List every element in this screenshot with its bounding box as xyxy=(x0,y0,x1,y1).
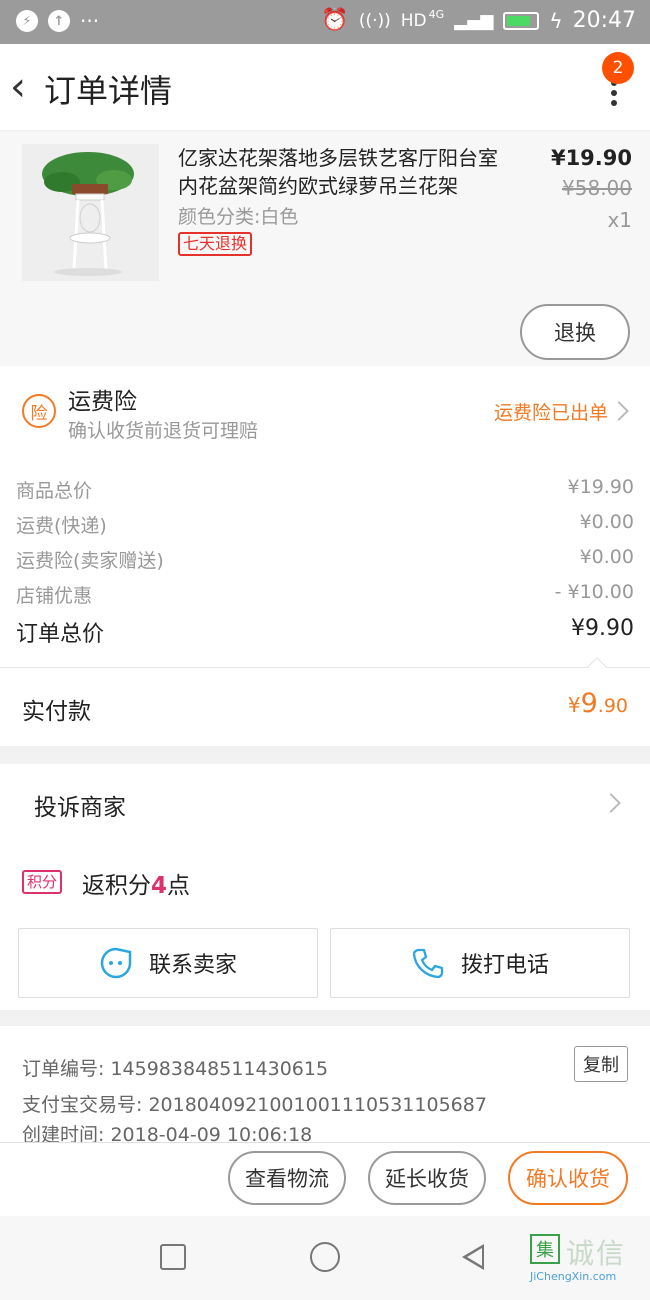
bottom-action-bar: 查看物流 延长收货 确认收货 xyxy=(0,1142,650,1216)
call-phone-button[interactable]: 拨打电话 xyxy=(330,928,630,998)
insurance-status: 运费险已出单 xyxy=(493,402,608,424)
extend-receipt-button[interactable]: 延长收货 xyxy=(368,1151,486,1205)
points-section: 积分 返积分4点 联系卖家 拨打电话 xyxy=(0,844,650,1010)
paid-currency: ¥ xyxy=(567,693,581,717)
product-quantity: x1 xyxy=(607,208,632,232)
status-right-icons: ⏰ ((·)) HD 4G ▂▄▆ ϟ 20:47 xyxy=(321,8,636,33)
order-info: 订单编号: 145983848511430615 复制 支付宝交易号: 2018… xyxy=(0,1026,650,1146)
contact-seller-label: 联系卖家 xyxy=(148,953,237,978)
cost-value: ¥19.90 xyxy=(567,476,634,498)
upload-icon: ↑ xyxy=(48,10,70,32)
header: ‹ 订单详情 2 xyxy=(0,44,650,130)
points-text: 返积分4点 xyxy=(82,866,190,900)
actual-payment-row: 实付款 ¥9.90 xyxy=(0,668,650,746)
paid-decimal: .90 xyxy=(597,695,628,717)
product-original-price: ¥58.00 xyxy=(562,176,632,200)
shipping-insurance-row[interactable]: 险 运费险 确认收货前退货可理赔 运费险已出单 xyxy=(0,366,650,456)
insurance-icon: 险 xyxy=(22,394,56,428)
cost-row-shipping: 运费(快递) ¥0.00 xyxy=(16,511,634,538)
alipay-label: 支付宝交易号: xyxy=(22,1094,143,1116)
page-title: 订单详情 xyxy=(44,72,173,110)
cost-value: ¥0.00 xyxy=(579,511,634,533)
paid-integer: 9 xyxy=(580,688,598,719)
cost-row-total: 订单总价 ¥9.90 xyxy=(16,616,634,648)
insurance-subtitle: 确认收货前退货可理赔 xyxy=(68,420,259,442)
cost-label: 商品总价 xyxy=(16,480,93,502)
watermark-url: JiChengXin.com xyxy=(530,1270,617,1283)
cost-row-insurance: 运费险(卖家赠送) ¥0.00 xyxy=(16,546,634,573)
complain-label: 投诉商家 xyxy=(34,795,126,821)
order-number: 145983848511430615 xyxy=(110,1058,329,1080)
home-icon[interactable] xyxy=(310,1242,340,1272)
insurance-title: 运费险 xyxy=(68,389,137,415)
confirm-receipt-button[interactable]: 确认收货 xyxy=(508,1151,628,1205)
network-label: HD xyxy=(400,10,427,31)
system-navigation-bar: 集 诚信 JiChengXin.com xyxy=(0,1216,650,1300)
product-spec: 颜色分类:白色 xyxy=(178,206,299,228)
contact-seller-button[interactable]: 联系卖家 xyxy=(18,928,318,998)
total-label: 订单总价 xyxy=(16,622,105,647)
product-card[interactable]: 亿家达花架落地多层铁艺客厅阳台室内花盆架简约欧式绿萝吊兰花架 颜色分类:白色 七… xyxy=(0,132,650,366)
complain-seller-row[interactable]: 投诉商家 xyxy=(0,764,650,844)
shield-icon: ⚡ xyxy=(16,10,38,32)
clock: 20:47 xyxy=(572,8,636,33)
points-number: 4 xyxy=(151,873,168,899)
alarm-icon: ⏰ xyxy=(321,8,349,33)
order-number-label: 订单编号: xyxy=(22,1058,105,1080)
points-prefix: 返积分 xyxy=(82,873,151,899)
phone-icon xyxy=(412,948,444,979)
product-price: ¥19.90 xyxy=(550,146,632,170)
status-left-icons: ⚡ ↑ ··· xyxy=(16,10,99,32)
status-bar: ⚡ ↑ ··· ⏰ ((·)) HD 4G ▂▄▆ ϟ 20:47 xyxy=(0,0,650,44)
cost-value: ¥0.00 xyxy=(579,546,634,568)
chevron-right-icon xyxy=(601,793,621,813)
chevron-right-icon xyxy=(609,401,629,421)
more-notifications-icon: ··· xyxy=(80,9,100,33)
order-number-row: 订单编号: 145983848511430615 xyxy=(22,1054,328,1081)
view-logistics-button[interactable]: 查看物流 xyxy=(228,1151,346,1205)
network-gen: 4G xyxy=(428,8,445,21)
alipay-number-row: 支付宝交易号: 2018040921001001110531105687 xyxy=(22,1090,487,1117)
cost-value: - ¥10.00 xyxy=(554,581,634,603)
cost-row-discount: 店铺优惠 - ¥10.00 xyxy=(16,581,634,608)
battery-icon xyxy=(503,11,540,30)
system-back-icon[interactable] xyxy=(462,1244,484,1270)
notification-badge: 2 xyxy=(602,52,634,84)
product-image[interactable] xyxy=(22,144,159,281)
back-icon[interactable]: ‹ xyxy=(10,64,40,110)
cost-label: 店铺优惠 xyxy=(16,585,93,607)
seven-day-return-tag: 七天退换 xyxy=(178,232,253,256)
copy-button[interactable]: 复制 xyxy=(574,1046,628,1082)
chat-icon xyxy=(100,947,132,979)
paid-label: 实付款 xyxy=(22,699,91,725)
cost-label: 运费险(卖家赠送) xyxy=(16,550,164,572)
watermark: 集 诚信 JiChengXin.com xyxy=(530,1232,642,1292)
points-suffix: 点 xyxy=(167,873,191,899)
call-phone-label: 拨打电话 xyxy=(460,953,549,978)
product-title[interactable]: 亿家达花架落地多层铁艺客厅阳台室内花盆架简约欧式绿萝吊兰花架 xyxy=(178,144,508,200)
charging-icon: ϟ xyxy=(549,8,563,33)
cost-row-goods: 商品总价 ¥19.90 xyxy=(16,476,634,503)
cost-label: 运费(快递) xyxy=(16,515,107,537)
watermark-text: 诚信 xyxy=(566,1237,627,1270)
points-tag: 积分 xyxy=(22,870,63,894)
watermark-logo: 集 xyxy=(530,1234,560,1264)
wifi-icon: ((·)) xyxy=(358,10,391,31)
cost-summary: 商品总价 ¥19.90 运费(快递) ¥0.00 运费险(卖家赠送) ¥0.00… xyxy=(0,456,650,677)
alipay-number: 2018040921001001110531105687 xyxy=(148,1094,487,1116)
return-exchange-button[interactable]: 退换 xyxy=(520,304,630,360)
paid-amount: ¥9.90 xyxy=(568,688,628,719)
total-value: ¥9.90 xyxy=(571,616,634,641)
recents-icon[interactable] xyxy=(160,1244,186,1270)
signal-icon: ▂▄▆ xyxy=(454,10,494,31)
